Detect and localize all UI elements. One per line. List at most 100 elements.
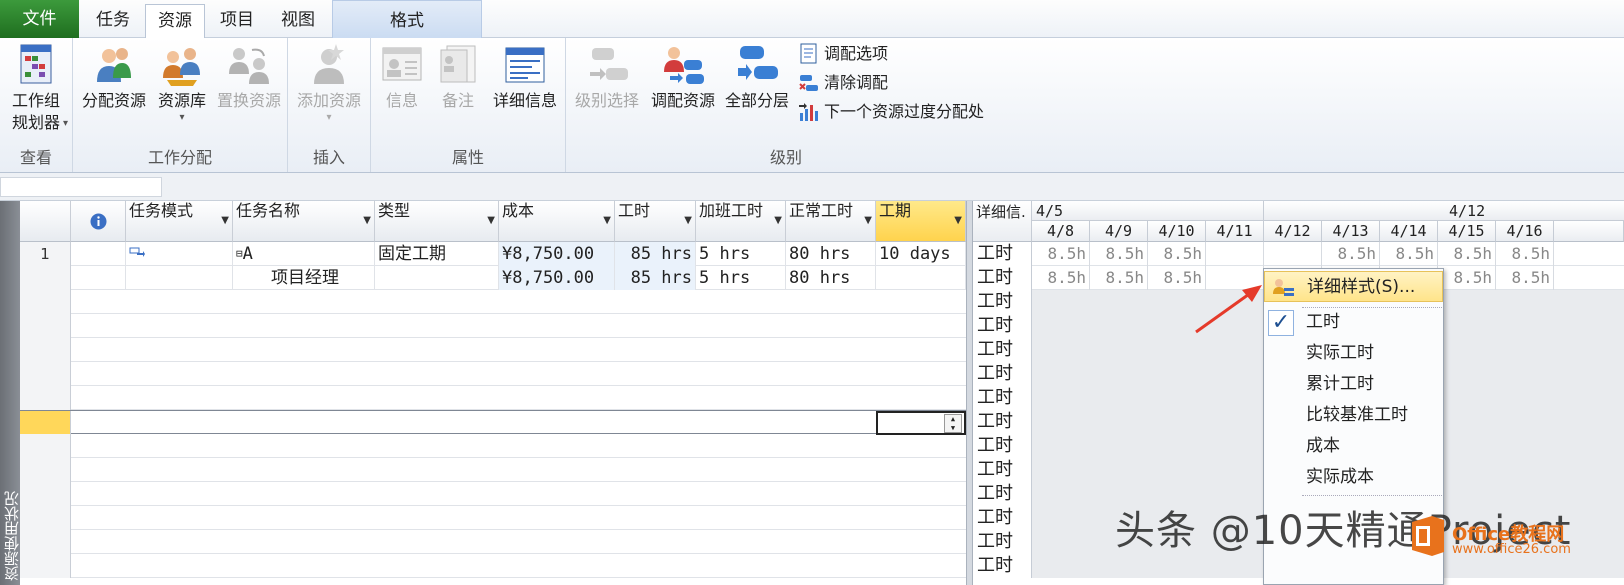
work-value[interactable]: 8.5h xyxy=(1148,242,1206,266)
chevron-down-icon[interactable]: ▼ xyxy=(774,211,782,231)
work-value[interactable]: 8.5h xyxy=(1380,242,1438,266)
table-row[interactable] xyxy=(20,458,966,482)
table-row[interactable] xyxy=(20,554,966,578)
menu-item-actual-work[interactable]: 实际工时 xyxy=(1264,338,1443,369)
next-overallocation-button[interactable]: 下一个资源过度分配处 xyxy=(798,100,984,124)
tab-resource[interactable]: 资源 xyxy=(145,4,205,39)
level-all-button[interactable]: 全部分层 xyxy=(720,42,794,112)
work-cell[interactable]: 85 hrs xyxy=(615,266,696,290)
table-row[interactable] xyxy=(20,338,966,362)
row-number[interactable] xyxy=(20,458,71,482)
column-header-task-name[interactable]: 任务名称 ▼ xyxy=(233,201,375,242)
task-mode-cell[interactable] xyxy=(126,242,233,266)
menu-item-actual-cost[interactable]: 实际成本 xyxy=(1264,462,1443,493)
row-number[interactable] xyxy=(20,506,71,530)
table-row[interactable] xyxy=(20,506,966,530)
information-button[interactable]: 信息 xyxy=(377,42,427,112)
row-number[interactable] xyxy=(20,266,71,290)
table-row[interactable]: 项目经理 ¥8,750.00 85 hrs 5 hrs 80 hrs xyxy=(20,266,966,290)
column-header-overtime-work[interactable]: 加班工时 ▼ xyxy=(696,201,786,242)
work-value[interactable] xyxy=(1264,242,1322,266)
table-row[interactable] xyxy=(20,386,966,410)
table-row[interactable]: 1 ⊟A 固定工期 ¥8,750.00 85 hrs 5 hrs 80 hrs … xyxy=(20,242,966,266)
table-row[interactable] xyxy=(20,530,966,554)
tab-project[interactable]: 项目 xyxy=(208,4,266,38)
menu-item-cost[interactable]: 成本 xyxy=(1264,431,1443,462)
column-header-task-mode[interactable]: 任务模式 ▼ xyxy=(126,201,233,242)
work-value[interactable]: 8.5h xyxy=(1090,266,1148,290)
duration-cell[interactable]: 10 days xyxy=(876,242,966,266)
spin-arrows-icon[interactable]: ▲ ▼ xyxy=(944,414,962,433)
chevron-down-icon[interactable]: ▼ xyxy=(603,211,611,231)
chevron-down-icon[interactable]: ▼ xyxy=(684,211,692,231)
column-header-regular-work[interactable]: 正常工时 ▼ xyxy=(786,201,876,242)
work-value[interactable]: 8.5h xyxy=(1496,242,1554,266)
details-column-header[interactable]: 详细信. xyxy=(973,201,1032,242)
row-number[interactable] xyxy=(20,411,71,435)
row-number[interactable] xyxy=(20,434,71,458)
row-number[interactable] xyxy=(20,314,71,338)
chevron-down-icon[interactable]: ▼ xyxy=(363,211,371,231)
row-number[interactable] xyxy=(20,386,71,410)
task-name-cell[interactable]: 项目经理 xyxy=(233,266,375,290)
work-value[interactable] xyxy=(1206,242,1264,266)
tab-file[interactable]: 文件 xyxy=(0,0,79,38)
column-header-indicators[interactable] xyxy=(71,201,126,242)
work-value[interactable]: 8.5h xyxy=(1496,266,1554,290)
chevron-down-icon[interactable]: ▼ xyxy=(487,211,495,231)
work-value[interactable]: 8.5h xyxy=(1322,242,1380,266)
cost-cell[interactable]: ¥8,750.00 xyxy=(499,242,615,266)
column-header-cost[interactable]: 成本 ▼ xyxy=(499,201,615,242)
add-resources-button[interactable]: 添加资源 ▾ xyxy=(292,42,366,124)
overtime-cell[interactable]: 5 hrs xyxy=(696,242,786,266)
duration-cell[interactable] xyxy=(876,266,966,290)
entry-field[interactable] xyxy=(0,177,162,197)
table-row[interactable] xyxy=(20,482,966,506)
row-number[interactable] xyxy=(20,290,71,314)
column-header-type[interactable]: 类型 ▼ xyxy=(375,201,499,242)
menu-item-baseline-work[interactable]: 比较基准工时 xyxy=(1264,400,1443,431)
table-row-selected[interactable]: ▲ ▼ xyxy=(20,410,966,435)
table-row[interactable] xyxy=(20,290,966,314)
regular-work-cell[interactable]: 80 hrs xyxy=(786,266,876,290)
cost-cell[interactable]: ¥8,750.00 xyxy=(499,266,615,290)
column-header-work[interactable]: 工时 ▼ xyxy=(615,201,696,242)
row-number[interactable] xyxy=(20,338,71,362)
menu-item-detail-styles[interactable]: 详细样式(S)... xyxy=(1264,271,1443,302)
work-value[interactable]: 8.5h xyxy=(1090,242,1148,266)
task-mode-cell[interactable] xyxy=(126,266,233,290)
table-row[interactable] xyxy=(20,362,966,386)
overtime-cell[interactable]: 5 hrs xyxy=(696,266,786,290)
table-row[interactable] xyxy=(20,434,966,458)
level-selection-button[interactable]: 级别选择 xyxy=(570,42,644,112)
menu-item-cumulative-work[interactable]: 累计工时 xyxy=(1264,369,1443,400)
leveling-options-button[interactable]: 调配选项 xyxy=(798,42,888,66)
row-number[interactable] xyxy=(20,530,71,554)
tab-format[interactable]: 格式 xyxy=(332,0,482,38)
row-number[interactable] xyxy=(20,554,71,578)
work-value[interactable]: 8.5h xyxy=(1032,266,1090,290)
type-cell[interactable]: 固定工期 xyxy=(375,242,499,266)
replace-resource-button[interactable]: 置换资源 xyxy=(212,42,286,112)
tab-task[interactable]: 任务 xyxy=(84,4,142,38)
table-row[interactable] xyxy=(20,314,966,338)
chevron-down-icon[interactable]: ▼ xyxy=(864,211,872,231)
select-all-corner[interactable] xyxy=(20,201,71,242)
details-button[interactable]: 详细信息 xyxy=(487,42,563,112)
duration-edit-cell[interactable]: ▲ ▼ xyxy=(876,411,966,435)
regular-work-cell[interactable]: 80 hrs xyxy=(786,242,876,266)
column-header-duration[interactable]: 工期 ▼ xyxy=(876,201,966,242)
assign-resources-button[interactable]: 分配资源 xyxy=(77,42,151,112)
team-planner-button[interactable]: 工作组 规划器 ▾ xyxy=(2,42,70,134)
view-bar[interactable]: 资源使用状况 xyxy=(0,201,21,585)
clear-leveling-button[interactable]: 清除调配 xyxy=(798,71,888,95)
row-number[interactable] xyxy=(20,362,71,386)
task-name-cell[interactable]: ⊟A xyxy=(233,242,375,266)
row-number[interactable]: 1 xyxy=(20,242,71,266)
work-cell[interactable]: 85 hrs xyxy=(615,242,696,266)
menu-item-work[interactable]: ✓ 工时 xyxy=(1264,307,1443,338)
row-number[interactable] xyxy=(20,482,71,506)
tab-view[interactable]: 视图 xyxy=(268,4,328,38)
pane-splitter[interactable] xyxy=(966,201,973,585)
chevron-down-icon[interactable]: ▼ xyxy=(221,211,229,231)
